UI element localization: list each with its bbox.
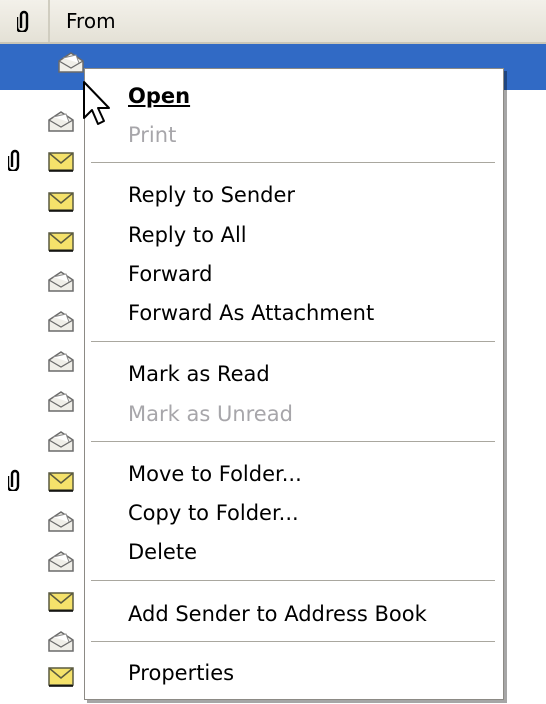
menu-item-open[interactable]: Open	[85, 77, 503, 115]
menu-item-delete[interactable]: Delete	[85, 533, 503, 571]
menu-item-properties[interactable]: Properties	[85, 654, 503, 692]
paperclip-icon	[8, 469, 20, 491]
menu-item-forward[interactable]: Forward	[85, 255, 503, 293]
attachment-column-header[interactable]	[0, 0, 50, 42]
message-list-header: From	[0, 0, 546, 44]
read-envelope-icon	[48, 111, 74, 132]
read-envelope-icon	[58, 52, 84, 73]
menu-item-forward-as-attachment-label: Forward As Attachment	[128, 301, 375, 325]
read-envelope-icon	[48, 311, 74, 332]
menu-item-move-to-folder[interactable]: Move to Folder...	[85, 455, 503, 493]
menu-item-properties-label: Properties	[128, 661, 235, 685]
unread-envelope-icon	[48, 472, 74, 492]
menu-separator	[91, 580, 495, 582]
read-envelope-icon	[48, 631, 74, 652]
read-envelope-icon	[48, 351, 74, 372]
menu-item-delete-label: Delete	[128, 540, 197, 564]
menu-item-forward-label: Forward	[128, 262, 213, 286]
context-menu: Open Print Reply to Sender Reply to All …	[84, 68, 504, 700]
menu-separator	[91, 641, 495, 643]
read-envelope-icon	[48, 271, 74, 292]
menu-item-print-label: Print	[128, 123, 177, 147]
menu-item-reply-to-sender[interactable]: Reply to Sender	[85, 176, 503, 214]
menu-item-open-label: Open	[128, 84, 191, 108]
menu-item-add-sender-label: Add Sender to Address Book	[128, 602, 427, 626]
unread-envelope-icon	[48, 232, 74, 252]
menu-item-add-sender-to-address-book[interactable]: Add Sender to Address Book	[85, 595, 503, 633]
menu-item-forward-as-attachment[interactable]: Forward As Attachment	[85, 294, 503, 332]
unread-envelope-icon	[48, 592, 74, 612]
unread-envelope-icon	[48, 192, 74, 212]
menu-item-copy-to-folder[interactable]: Copy to Folder...	[85, 494, 503, 532]
paperclip-icon	[8, 149, 20, 171]
menu-item-mark-as-read-label: Mark as Read	[128, 362, 270, 386]
menu-item-print: Print	[85, 116, 503, 154]
mouse-cursor-icon	[83, 81, 110, 125]
read-envelope-icon	[48, 391, 74, 412]
menu-item-move-to-folder-label: Move to Folder...	[128, 462, 302, 486]
menu-item-reply-to-all[interactable]: Reply to All	[85, 216, 503, 254]
menu-separator	[91, 341, 495, 343]
menu-item-reply-to-all-label: Reply to All	[128, 223, 247, 247]
paperclip-icon	[17, 10, 29, 32]
menu-item-mark-as-unread: Mark as Unread	[85, 395, 503, 433]
menu-item-mark-as-unread-label: Mark as Unread	[128, 402, 293, 426]
menu-separator	[91, 441, 495, 443]
menu-item-copy-to-folder-label: Copy to Folder...	[128, 501, 299, 525]
read-envelope-icon	[48, 431, 74, 452]
menu-separator	[91, 162, 495, 164]
read-envelope-icon	[48, 511, 74, 532]
unread-envelope-icon	[48, 667, 74, 687]
from-column-header[interactable]: From	[66, 0, 116, 42]
read-envelope-icon	[48, 551, 74, 572]
menu-item-reply-to-sender-label: Reply to Sender	[128, 183, 296, 207]
unread-envelope-icon	[48, 152, 74, 172]
menu-item-mark-as-read[interactable]: Mark as Read	[85, 355, 503, 393]
